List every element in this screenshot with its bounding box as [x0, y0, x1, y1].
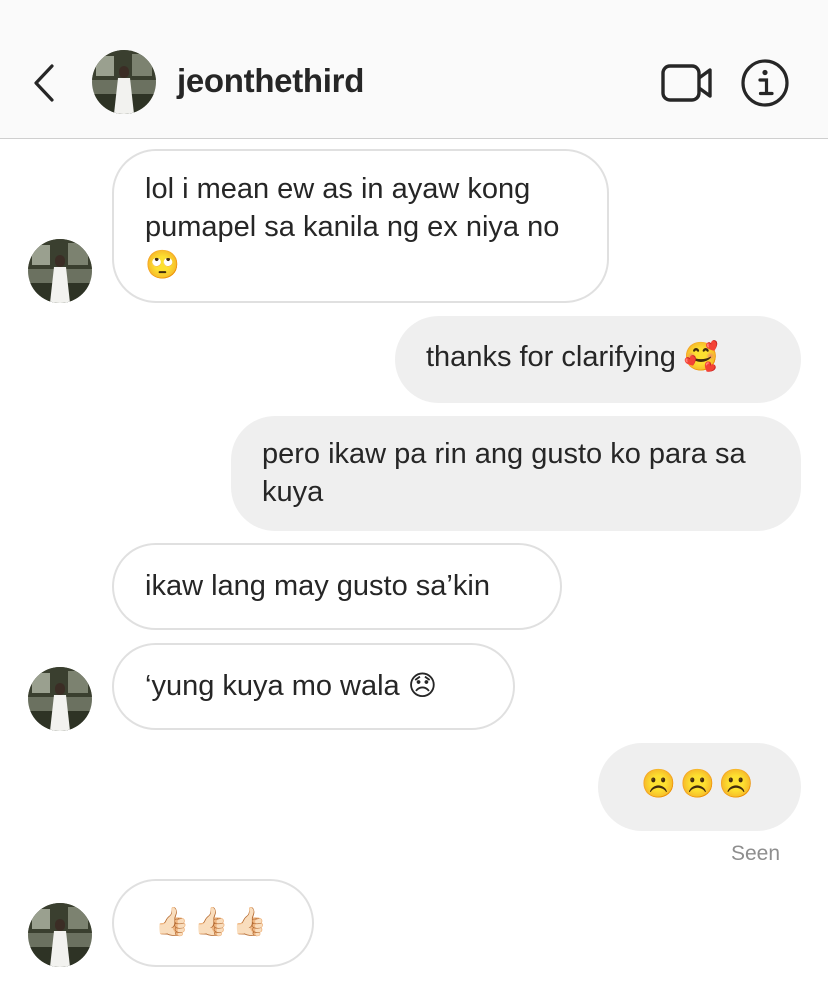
sender-avatar[interactable]	[28, 667, 92, 731]
back-button[interactable]	[28, 60, 64, 106]
message-bubble-outgoing[interactable]: pero ikaw pa rin ang gusto ko para sa ku…	[231, 416, 801, 531]
smiling-hearts-emoji: 🥰	[683, 340, 719, 373]
sender-avatar[interactable]	[28, 903, 92, 967]
chat-username[interactable]: jeonthethird	[177, 62, 364, 100]
disappointed-face-emoji: 😞	[407, 669, 437, 702]
message-text: lol i mean ew as in ayaw kong pumapel sa…	[145, 173, 560, 243]
message-text: pero ikaw pa rin ang gusto ko para sa ku…	[262, 438, 746, 508]
header-avatar[interactable]	[92, 50, 156, 114]
message-bubble-incoming[interactable]: ‘yung kuya mo wala 😞	[112, 643, 515, 730]
video-camera-icon	[661, 64, 712, 102]
message-bubble-outgoing[interactable]: ☹️☹️☹️	[598, 743, 801, 831]
video-call-button[interactable]	[660, 62, 714, 104]
seen-status: Seen	[730, 842, 780, 865]
info-icon	[741, 59, 789, 107]
frowning-face-emoji: ☹️☹️☹️	[641, 767, 758, 800]
chat-screen: jeonthethird lol i mean ew as in ayaw ko…	[0, 0, 828, 989]
thumbs-up-emoji: 👍🏻👍🏻👍🏻	[154, 905, 272, 938]
message-text: ‘yung kuya mo wala	[145, 670, 400, 702]
message-bubble-outgoing[interactable]: thanks for clarifying 🥰	[395, 316, 801, 403]
message-text: thanks for clarifying	[426, 341, 676, 373]
eye-roll-emoji: 🙄	[145, 248, 180, 281]
info-button[interactable]	[740, 58, 790, 108]
sender-avatar[interactable]	[28, 239, 92, 303]
message-bubble-incoming[interactable]: ikaw lang may gusto sa’kin	[112, 543, 562, 630]
chat-header: jeonthethird	[0, 0, 828, 139]
message-bubble-incoming[interactable]: 👍🏻👍🏻👍🏻	[112, 879, 314, 967]
chevron-left-icon	[34, 64, 54, 102]
message-bubble-incoming[interactable]: lol i mean ew as in ayaw kong pumapel sa…	[112, 149, 609, 303]
message-text: ikaw lang may gusto sa’kin	[145, 570, 490, 602]
